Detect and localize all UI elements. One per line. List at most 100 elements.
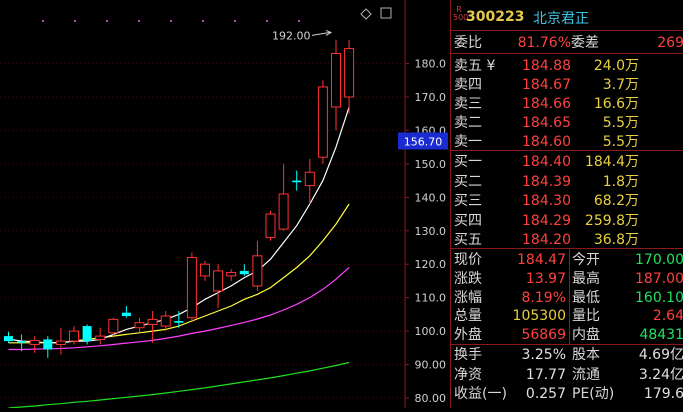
quote-panel: R 500 300223 北京君正 委比 81.76% 委差 269 卖五 ¥ 1… [450, 0, 683, 408]
candle-body [186, 257, 197, 319]
weibi-row: 委比 81.76% 委差 269 [451, 33, 683, 53]
stat-row[interactable]: 涨跌 13.97 最高 187.00 [451, 269, 683, 289]
stat-label: 总量 [454, 308, 482, 325]
stock-name[interactable]: 北京君正 [533, 8, 589, 28]
stat2-row[interactable]: 收益(一) 0.257 PE(动) 179.6 [451, 384, 683, 404]
candle-body [174, 321, 184, 323]
divider [451, 150, 683, 151]
ask-price: 184.65 [522, 115, 571, 131]
bid-price: 184.40 [522, 154, 571, 170]
stat-label: PE(动) [572, 386, 615, 402]
candle-body [29, 339, 40, 345]
stat-label: 涨幅 [454, 289, 482, 306]
bid-row[interactable]: 买二 184.39 1.8万 [451, 172, 683, 192]
stat-label: 量比 [572, 308, 600, 325]
bid-row[interactable]: 买四 184.29 259.8万 [451, 211, 683, 231]
r-tag: R 500 [453, 5, 469, 22]
stat-value: 170.00 [635, 252, 683, 268]
stock-header[interactable]: R 500 300223 北京君正 [451, 0, 683, 30]
y-tick-label: 120.0 [415, 258, 447, 271]
stat-value: 8.19% [521, 289, 566, 306]
ask-label: 卖五 ¥ [454, 58, 496, 74]
ask-label: 卖二 [454, 115, 482, 131]
stat-label: 换手 [454, 347, 482, 363]
y-tick-label: 110.0 [415, 292, 447, 305]
ask-price: 184.66 [522, 96, 571, 112]
stat-value: 0.257 [525, 386, 566, 402]
ask-label: 卖一 [454, 134, 482, 150]
stat2-row[interactable]: 换手 3.25% 股本 4.69亿 [451, 345, 683, 365]
stat-value: 160.10 [635, 289, 683, 306]
candle-body [213, 270, 224, 292]
bid-row[interactable]: 买三 184.30 68.2万 [451, 191, 683, 211]
stat-label: 净资 [454, 366, 482, 383]
stat-value: 105300 [512, 308, 566, 325]
diamond-icon [360, 8, 372, 20]
divider [451, 30, 683, 31]
ask-price: 184.88 [522, 58, 571, 74]
candle-body [344, 48, 355, 98]
window-icon[interactable] [380, 7, 392, 19]
ask-row[interactable]: 卖四 184.67 3.7万 [451, 75, 683, 95]
stat-label: 收益(一) [454, 386, 507, 402]
bid-volume: 68.2万 [593, 193, 639, 209]
y-tick-label: 80.00 [415, 392, 447, 405]
candle-body [95, 335, 106, 340]
bid-label: 买五 [454, 232, 482, 248]
bid-label: 买一 [454, 154, 482, 170]
bid-price: 184.29 [522, 212, 571, 229]
candle-body [55, 340, 66, 345]
weicha-label: 委差 [571, 35, 599, 51]
bid-volume: 36.8万 [593, 232, 639, 248]
ask-row[interactable]: 卖三 184.66 16.6万 [451, 94, 683, 114]
candle-body [43, 339, 53, 350]
weibi-value: 81.76% [517, 35, 571, 51]
candle-body [82, 326, 92, 342]
bid-label: 买二 [454, 173, 482, 190]
kline-svg[interactable]: 180.0170.0160.0150.0140.0130.0120.0110.0… [0, 0, 450, 409]
stat-value: 4.69亿 [638, 347, 683, 363]
ask-volume: 16.6万 [593, 96, 639, 112]
bid-volume: 184.4万 [584, 154, 639, 170]
candle-body [331, 53, 341, 108]
ask-volume: 5.5万 [602, 115, 639, 131]
candle-body [265, 213, 276, 238]
weicha-value: 269 [657, 35, 683, 51]
ask-volume: 5.5万 [602, 134, 639, 150]
stat-label: 涨跌 [454, 270, 482, 287]
marker-dot [42, 20, 44, 22]
candle-body [134, 322, 145, 329]
marker-dot [106, 20, 108, 22]
y-tick-label: 180.0 [415, 58, 447, 71]
bid-row[interactable]: 买五 184.20 36.8万 [451, 230, 683, 250]
stat-label: 今开 [572, 252, 600, 268]
stat-row[interactable]: 涨幅 8.19% 最低 160.10 [451, 288, 683, 308]
stat2-row[interactable]: 净资 17.77 流通 3.24亿 [451, 365, 683, 385]
candle-body [4, 336, 13, 342]
ask-row[interactable]: 卖五 ¥ 184.88 24.0万 [451, 56, 683, 76]
marker-dot [234, 20, 236, 22]
stock-code[interactable]: 300223 [466, 9, 524, 25]
stat-value: 13.97 [525, 270, 566, 287]
stat-row[interactable]: 现价 184.47 今开 170.00 [451, 250, 683, 270]
marker-dot [170, 20, 172, 22]
stat-value: 3.25% [521, 347, 566, 363]
candle-body [292, 180, 302, 183]
ask-row[interactable]: 卖一 184.60 5.5万 [451, 132, 683, 152]
candle-body [252, 255, 263, 287]
ma60-line [8, 361, 350, 409]
candle-body [147, 318, 158, 325]
kline-chart[interactable]: 180.0 170.0 160.0 150.0 140.0 130.0 120.0 110.0… [0, 0, 450, 409]
y-tick-label: 90.00 [415, 359, 447, 372]
candle-body [69, 330, 79, 342]
ask-row[interactable]: 卖二 184.65 5.5万 [451, 113, 683, 133]
y-tick-label: 150.0 [415, 158, 447, 171]
ask-volume: 24.0万 [593, 58, 639, 74]
candle-body [121, 312, 131, 317]
stat-label: 内盘 [572, 327, 600, 344]
bid-volume: 1.8万 [602, 173, 639, 190]
bid-row[interactable]: 买一 184.40 184.4万 [451, 152, 683, 172]
stat-row[interactable]: 外盘 56869 内盘 48431 [451, 325, 683, 345]
stat-row[interactable]: 总量 105300 量比 2.64 [451, 306, 683, 326]
marker-dot [266, 20, 268, 22]
